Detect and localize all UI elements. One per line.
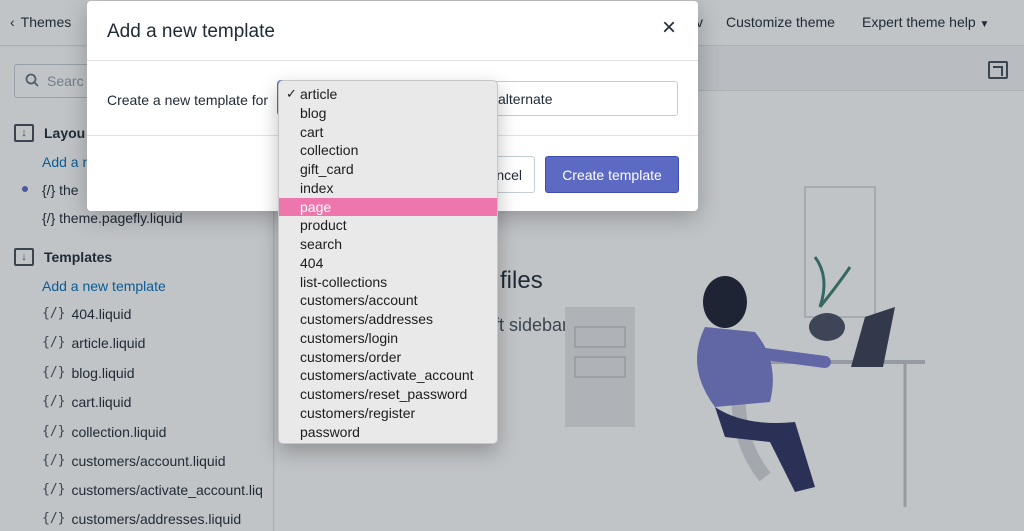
option-customers-account[interactable]: customers/account xyxy=(279,291,497,310)
modal-header: Add a new template × xyxy=(87,1,698,61)
option-blog[interactable]: blog xyxy=(279,104,497,123)
create-template-button[interactable]: Create template xyxy=(545,156,679,193)
option-article[interactable]: ✓ article xyxy=(279,85,497,104)
option-index[interactable]: index xyxy=(279,179,497,198)
option-collection[interactable]: collection xyxy=(279,141,497,160)
option-label: article xyxy=(300,86,338,102)
option-password[interactable]: password xyxy=(279,423,497,442)
option-404[interactable]: 404 xyxy=(279,254,497,273)
option-customers-reset-password[interactable]: customers/reset_password xyxy=(279,385,497,404)
option-product[interactable]: product xyxy=(279,216,497,235)
template-type-dropdown-list: ✓ article blog cart collection gift_card … xyxy=(278,80,498,444)
option-page[interactable]: page xyxy=(279,197,497,217)
template-type-label: Create a new template for xyxy=(107,92,269,108)
option-customers-login[interactable]: customers/login xyxy=(279,329,497,348)
option-gift-card[interactable]: gift_card xyxy=(279,160,497,179)
option-list-collections[interactable]: list-collections xyxy=(279,273,497,292)
checkmark-icon: ✓ xyxy=(286,86,297,101)
option-customers-order[interactable]: customers/order xyxy=(279,348,497,367)
option-search[interactable]: search xyxy=(279,235,497,254)
option-customers-activate-account[interactable]: customers/activate_account xyxy=(279,366,497,385)
modal-title: Add a new template xyxy=(107,21,275,42)
option-customers-register[interactable]: customers/register xyxy=(279,404,497,423)
option-customers-addresses[interactable]: customers/addresses xyxy=(279,310,497,329)
template-suffix-input[interactable] xyxy=(485,81,678,116)
option-cart[interactable]: cart xyxy=(279,123,497,142)
close-icon[interactable]: × xyxy=(656,16,682,42)
